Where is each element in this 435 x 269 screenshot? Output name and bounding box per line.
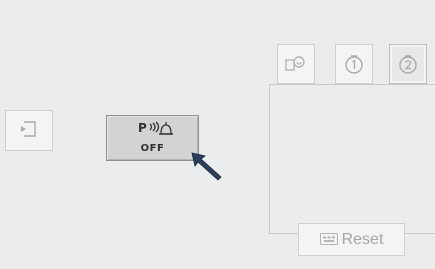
reset-button[interactable]: Reset [298,223,405,256]
exit-icon [18,119,40,143]
tab-camera-view[interactable] [277,44,315,84]
reset-label: Reset [341,230,384,248]
exit-button[interactable] [5,110,53,151]
camera-view-icon [284,54,308,74]
timer-1-icon [343,53,365,75]
tab-timer-2[interactable] [389,44,427,84]
settings-panel-frame [269,84,435,234]
pointer-arrow-icon [189,150,225,186]
screen: P OFF Reset [0,0,435,269]
park-assist-letter: P [138,121,147,135]
timer-2-icon [397,53,419,75]
esc-key-icon [319,230,338,249]
park-assist-off-button[interactable]: P OFF [106,115,199,161]
tab-timer-1[interactable] [335,44,373,84]
park-assist-status: OFF [140,143,165,154]
